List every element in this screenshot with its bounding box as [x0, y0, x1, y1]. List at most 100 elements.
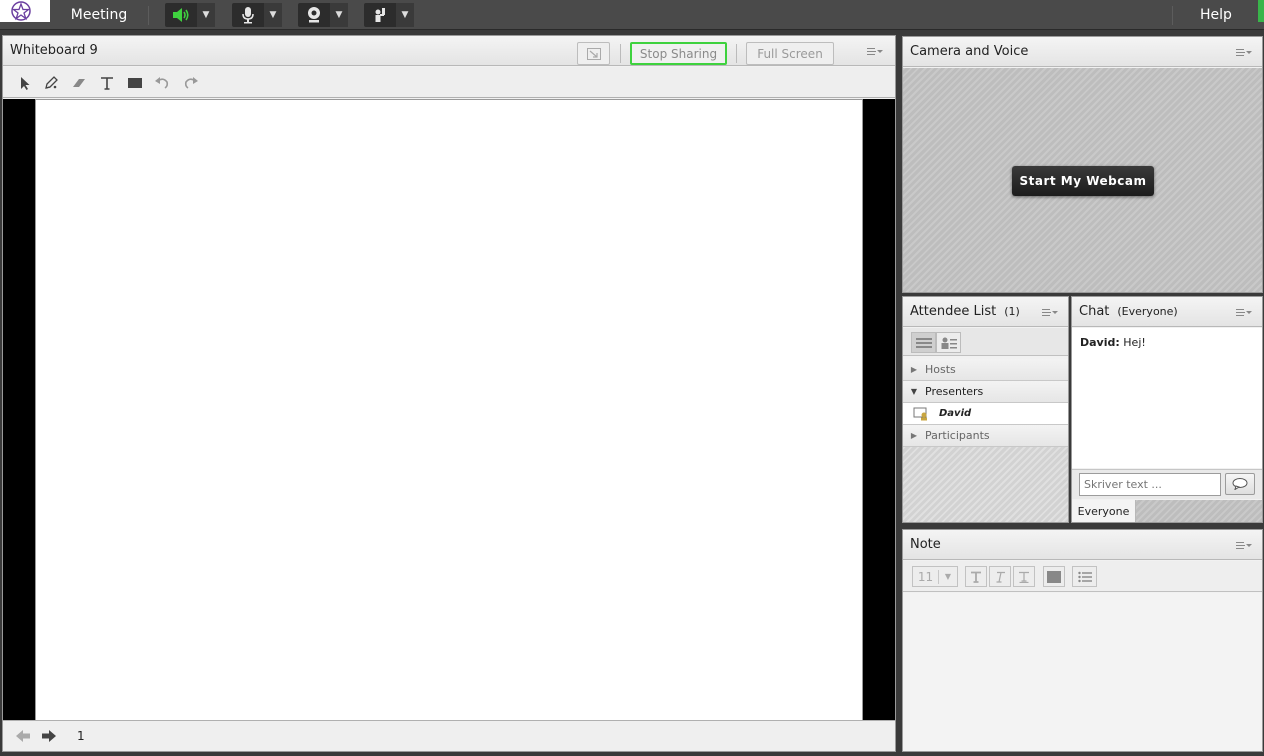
presenter-icon	[903, 407, 939, 421]
whiteboard-header: Whiteboard 9 Stop Sharing Full Screen	[3, 36, 895, 66]
note-pod: Note 11 ▼	[902, 529, 1263, 752]
stop-sharing-button[interactable]: Stop Sharing	[630, 42, 727, 65]
speech-bubble-icon	[1232, 478, 1248, 490]
whiteboard-footer: 1	[3, 720, 895, 751]
list-view-icon[interactable]	[911, 332, 936, 353]
microphone-button[interactable]: ▼	[232, 3, 282, 27]
attendee-list-title: Attendee List	[910, 304, 997, 319]
whiteboard-title: Whiteboard 9	[10, 43, 98, 58]
text-color-icon[interactable]	[1043, 566, 1065, 587]
select-tool-icon[interactable]	[15, 73, 35, 93]
webcam-button[interactable]: ▼	[298, 3, 348, 27]
chat-title: Chat	[1079, 304, 1110, 319]
presenters-group-label: Presenters	[925, 385, 984, 398]
pod-options-icon[interactable]	[867, 45, 883, 57]
chat-input[interactable]	[1079, 473, 1221, 496]
eraser-tool-icon[interactable]	[69, 73, 89, 93]
chevron-down-icon: ▼	[910, 387, 918, 396]
note-toolbar: 11 ▼	[903, 561, 1262, 592]
italic-icon[interactable]	[989, 566, 1011, 587]
note-editor[interactable]	[903, 593, 1262, 751]
underline-icon[interactable]	[1013, 566, 1035, 587]
camera-voice-title: Camera and Voice	[910, 44, 1029, 59]
help-menu[interactable]: Help	[1182, 0, 1250, 30]
presenters-group[interactable]: ▼ Presenters	[903, 381, 1068, 403]
status-button[interactable]: ▼	[364, 3, 414, 27]
attendee-count: (1)	[1004, 305, 1020, 318]
camera-voice-pod: Camera and Voice Start My Webcam	[902, 36, 1263, 293]
chevron-down-icon[interactable]: ▼	[330, 3, 348, 27]
arrow-right-icon[interactable]	[41, 729, 57, 743]
webcam-icon[interactable]	[298, 3, 330, 27]
whiteboard-toolbar	[3, 67, 895, 98]
attendee-view-icon[interactable]	[936, 332, 961, 353]
chevron-right-icon: ▶	[910, 431, 918, 440]
bullet-list-icon[interactable]	[1072, 566, 1097, 587]
shape-tool-icon[interactable]	[125, 73, 145, 93]
meeting-menu[interactable]: Meeting	[62, 0, 136, 30]
camera-stage: Start My Webcam	[903, 68, 1262, 292]
attendee-view-switcher	[903, 328, 1068, 356]
speaker-icon[interactable]	[165, 3, 197, 27]
chevron-down-icon: ▼	[944, 572, 952, 581]
pod-options-icon[interactable]	[1236, 306, 1252, 318]
chevron-down-icon[interactable]: ▼	[264, 3, 282, 27]
redo-icon[interactable]	[181, 73, 201, 93]
attendee-list-pod: Attendee List (1) ▶ Hosts ▼ Presenters D…	[902, 296, 1069, 523]
arrow-left-icon[interactable]	[15, 729, 31, 743]
whiteboard-canvas[interactable]	[35, 99, 863, 721]
toolbar-divider	[148, 6, 149, 25]
pod-options-icon[interactable]	[1236, 539, 1252, 551]
raise-hand-icon[interactable]	[364, 3, 396, 27]
header-divider	[736, 44, 737, 63]
chat-header: Chat (Everyone)	[1072, 297, 1262, 327]
start-webcam-button[interactable]: Start My Webcam	[1012, 166, 1154, 196]
pod-options-icon[interactable]	[1042, 306, 1058, 318]
undo-icon[interactable]	[152, 73, 172, 93]
attendee-list-header: Attendee List (1)	[903, 297, 1068, 327]
tab-everyone[interactable]: Everyone	[1072, 500, 1136, 522]
chat-message-author: David:	[1080, 336, 1120, 349]
bold-icon[interactable]	[965, 566, 987, 587]
star-icon	[11, 1, 31, 21]
attendee-empty-area	[903, 447, 1068, 522]
microphone-icon[interactable]	[232, 3, 264, 27]
sync-button[interactable]	[577, 42, 610, 65]
pencil-tool-icon[interactable]	[41, 73, 61, 93]
hosts-group[interactable]: ▶ Hosts	[903, 359, 1068, 381]
text-tool-icon[interactable]	[97, 73, 117, 93]
chat-scope: (Everyone)	[1117, 305, 1178, 318]
attendee-name: David	[939, 408, 972, 419]
chat-message: David: Hej!	[1080, 336, 1146, 349]
speaker-button[interactable]: ▼	[165, 3, 215, 27]
chevron-down-icon[interactable]: ▼	[197, 3, 215, 27]
toolbar-divider	[1172, 6, 1173, 25]
note-header: Note	[903, 530, 1262, 560]
font-size-select[interactable]: 11 ▼	[912, 566, 958, 587]
chevron-down-icon[interactable]: ▼	[396, 3, 414, 27]
hosts-group-label: Hosts	[925, 363, 956, 376]
connection-indicator	[1258, 0, 1264, 22]
participants-group-label: Participants	[925, 429, 990, 442]
chat-pod: Chat (Everyone) David: Hej! Everyone	[1071, 296, 1263, 523]
sync-icon	[586, 47, 601, 60]
full-screen-button[interactable]: Full Screen	[746, 42, 834, 65]
font-size-value: 11	[913, 569, 939, 584]
pod-options-icon[interactable]	[1236, 46, 1252, 58]
page-number: 1	[77, 729, 85, 743]
top-bar: Meeting ▼ ▼ ▼ ▼ Help	[0, 0, 1264, 30]
header-divider	[620, 44, 621, 63]
chat-compose	[1072, 469, 1262, 499]
chat-messages: David: Hej!	[1072, 328, 1262, 468]
attendee-row[interactable]: David	[903, 403, 1068, 425]
chat-message-text: Hej!	[1123, 336, 1146, 349]
note-title: Note	[910, 537, 941, 552]
whiteboard-stage	[3, 99, 895, 721]
chevron-right-icon: ▶	[910, 365, 918, 374]
camera-voice-header: Camera and Voice	[903, 37, 1262, 67]
whiteboard-pod: Whiteboard 9 Stop Sharing Full Screen 1	[2, 35, 896, 752]
chat-tabs: Everyone	[1072, 500, 1262, 522]
app-logo[interactable]	[0, 0, 50, 22]
send-message-button[interactable]	[1225, 473, 1255, 495]
participants-group[interactable]: ▶ Participants	[903, 425, 1068, 447]
